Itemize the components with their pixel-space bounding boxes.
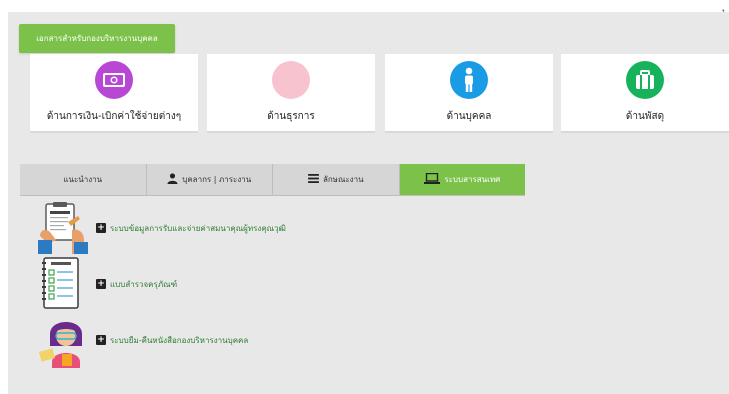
- tab-label: ลักษณะงาน: [322, 175, 364, 184]
- card-label: ด้านการเงิน-เบิกค่าใช้จ่ายต่างๆ: [46, 111, 182, 122]
- laptop-icon: [424, 172, 441, 186]
- system-label: ระบบยืม-คืนหนังสือกองบริหารงานบุคคล: [110, 335, 249, 345]
- tab-information-systems[interactable]: ระบบสารสนเทศ: [399, 164, 525, 195]
- list-item: + ระบบยืม-คืนหนังสือกองบริหารงานบุคคล: [38, 312, 248, 368]
- tab-job-description[interactable]: ลักษณะงาน: [273, 164, 400, 195]
- plus-square-icon: +: [96, 334, 106, 345]
- card-personnel[interactable]: ด้านบุคคล: [385, 54, 553, 133]
- card-finance[interactable]: ด้านการเงิน-เบิกค่าใช้จ่ายต่างๆ: [30, 54, 198, 133]
- tab-introduction[interactable]: แนะนำงาน: [20, 164, 147, 195]
- reader-icon: [38, 312, 94, 368]
- blank-circle-icon: [272, 61, 310, 99]
- system-label: แบบสำรวจครุภัณฑ์: [110, 279, 178, 289]
- tab-label: บุคลากร | ภาระงาน: [182, 175, 252, 184]
- section-tabs: แนะนำงาน บุคลากร | ภาระงาน ลักษณะงาน ระบ…: [20, 164, 525, 195]
- list-item: + ระบบข้อมูลการรับและจ่ายค่าสมนาคุณผู้ทร…: [38, 200, 286, 256]
- card-divider: [207, 131, 375, 133]
- tab-label: แนะนำงาน: [63, 175, 103, 184]
- card-divider: [561, 131, 729, 133]
- user-icon: [167, 173, 178, 186]
- person-icon: [450, 61, 488, 99]
- plus-square-icon: +: [96, 278, 106, 289]
- money-icon: [95, 61, 133, 99]
- card-supplies[interactable]: ด้านพัสดุ: [561, 54, 729, 133]
- tab-divider: [20, 195, 525, 196]
- package-icon: [626, 61, 664, 99]
- plus-square-icon: +: [96, 222, 106, 233]
- card-divider: [385, 131, 553, 133]
- system-link-honorarium[interactable]: + ระบบข้อมูลการรับและจ่ายค่าสมนาคุณผู้ทร…: [96, 222, 286, 235]
- list-icon: [308, 174, 319, 185]
- top-strip: ุ: [0, 0, 729, 12]
- tab-personnel-workload[interactable]: บุคลากร | ภาระงาน: [146, 164, 273, 195]
- system-link-equipment-survey[interactable]: + แบบสำรวจครุภัณฑ์: [96, 278, 177, 291]
- card-label: ด้านพัสดุ: [625, 111, 665, 122]
- card-divider: [30, 131, 198, 133]
- documents-button[interactable]: เอกสารสำหรับกองบริหารงานบุคคล: [19, 24, 175, 53]
- task-list-icon: [38, 256, 94, 312]
- card-admin[interactable]: ด้านธุรการ: [207, 54, 375, 133]
- system-label: ระบบข้อมูลการรับและจ่ายค่าสมนาคุณผู้ทรงค…: [110, 223, 286, 233]
- tab-label: ระบบสารสนเทศ: [444, 175, 501, 184]
- card-label: ด้านบุคคล: [446, 111, 492, 122]
- clipboard-hands-icon: [38, 200, 94, 256]
- list-item: + แบบสำรวจครุภัณฑ์: [38, 256, 177, 312]
- system-link-book-loan[interactable]: + ระบบยืม-คืนหนังสือกองบริหารงานบุคคล: [96, 334, 248, 347]
- card-label: ด้านธุรการ: [267, 111, 315, 122]
